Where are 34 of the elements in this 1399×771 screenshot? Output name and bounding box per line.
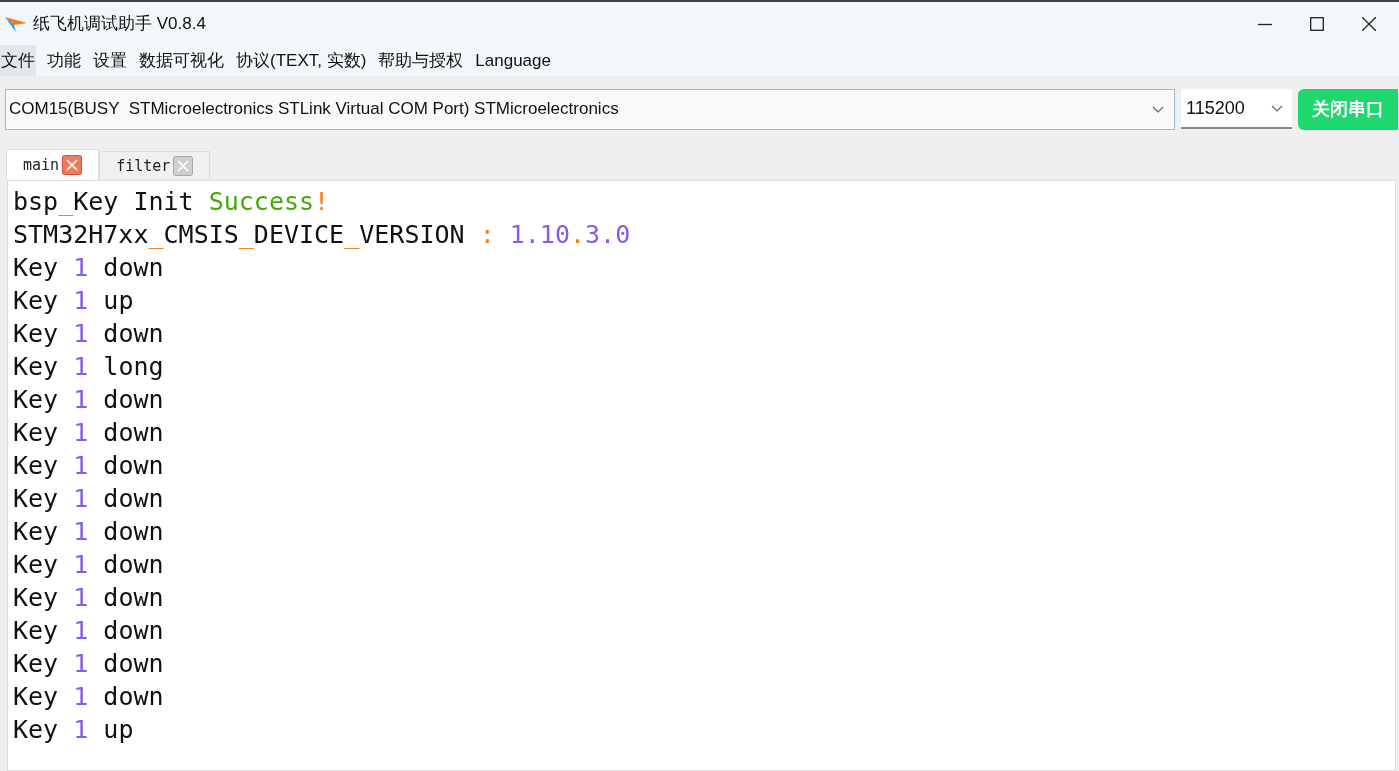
log-line: Key 1 down [13,582,164,614]
port-select[interactable]: COM15(BUSY STMicroelectronics STLink Virtual COM Port) STMicroelectronics [5,88,1175,130]
menu-item[interactable]: 文件 [0,45,36,76]
tab[interactable]: main [6,149,100,180]
log-line: Key 1 down [13,318,164,350]
window-title: 纸飞机调试助手 V0.8.4 [33,12,206,35]
log-line: Key 1 up [13,285,134,317]
log-line: Key 1 down [13,516,164,548]
menu-item[interactable]: 功能 [46,45,82,76]
menu-item[interactable]: 设置 [92,45,128,76]
log-line: STM32H7xx_CMSIS_DEVICE_VERSION : 1.10.3.0 [13,219,631,251]
log-line: Key 1 down [13,483,164,515]
maximize-icon[interactable] [1310,16,1324,31]
log-line: Key 1 down [13,384,164,416]
log-line: Key 1 down [13,648,164,680]
tab[interactable]: filter [99,151,211,180]
log-line: Key 1 down [13,549,164,581]
close-icon[interactable] [1362,16,1376,31]
menu-item[interactable]: 协议(TEXT, 实数) [235,45,368,76]
baud-select[interactable]: 115200 [1181,89,1292,129]
log-line: Key 1 up [13,714,134,746]
log-line: Key 1 down [13,681,164,713]
log-line: Key 1 down [13,615,164,647]
log-line: Key 1 down [13,252,164,284]
log-line: Key 1 long [13,351,164,383]
paper-plane-icon [5,14,27,33]
log-line: Key 1 down [13,450,164,482]
menu-item[interactable]: Language [474,45,552,76]
log-line: Key 1 down [13,417,164,449]
chevron-down-icon [1152,105,1164,113]
log-line: bsp_Key Init Success! [13,186,330,218]
menu-item[interactable]: 帮助与授权 [377,45,465,76]
menu-item[interactable]: 数据可视化 [138,45,225,76]
chevron-down-icon [1271,104,1283,112]
